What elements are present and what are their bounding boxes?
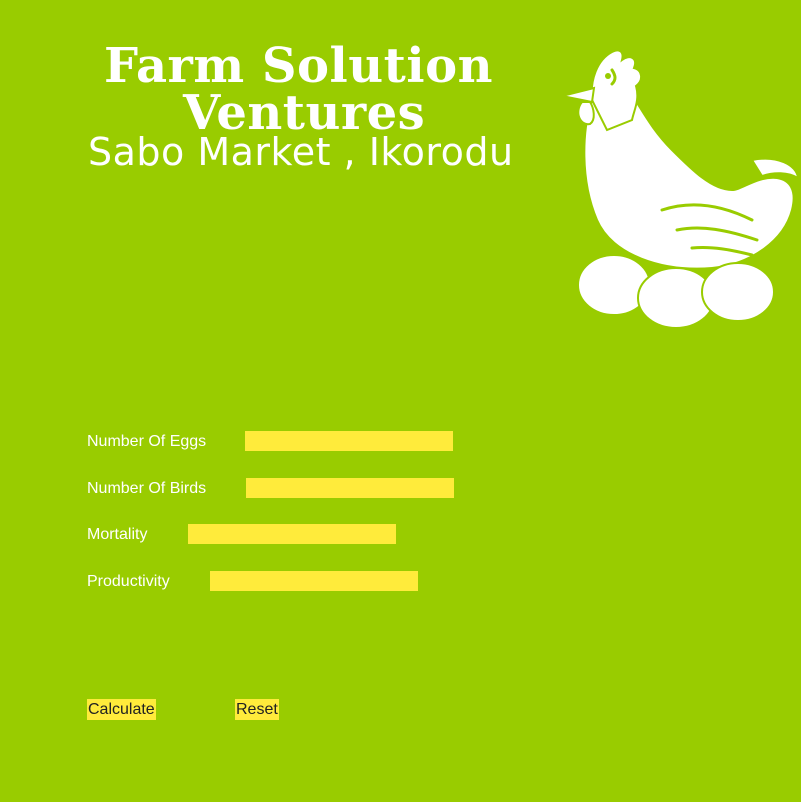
productivity-input[interactable] [210, 571, 418, 591]
mortality-label: Mortality [87, 526, 148, 543]
hen-with-eggs-icon [561, 49, 800, 329]
app-subtitle: Sabo Market , Ikorodu [88, 130, 514, 174]
number-of-birds-input[interactable] [246, 478, 454, 498]
calculate-button[interactable]: Calculate [87, 699, 156, 720]
number-of-eggs-label: Number Of Eggs [87, 433, 207, 450]
reset-button[interactable]: Reset [235, 699, 279, 720]
productivity-label: Productivity [87, 573, 170, 590]
mortality-input[interactable] [188, 524, 396, 544]
number-of-eggs-input[interactable] [245, 431, 453, 451]
number-of-birds-label: Number Of Birds [87, 480, 207, 497]
